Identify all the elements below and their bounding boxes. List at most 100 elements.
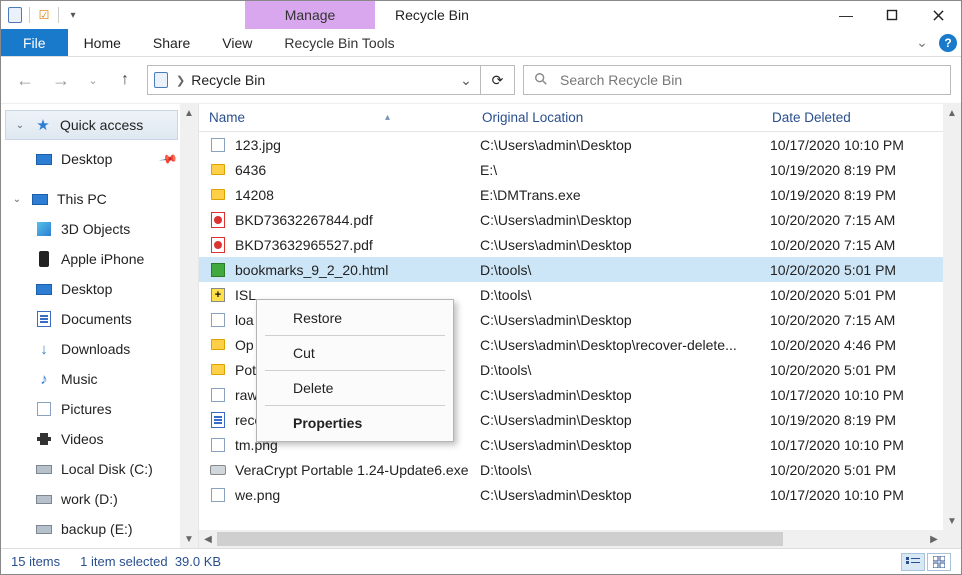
file-original-location: C:\Users\admin\Desktop — [480, 437, 770, 453]
file-name: 14208 — [235, 187, 480, 203]
menu-item-restore[interactable]: Restore — [257, 304, 453, 332]
sidebar-quick-access[interactable]: ⌄ ★ Quick access — [5, 110, 178, 140]
sidebar-item-documents[interactable]: Documents — [1, 304, 198, 334]
sidebar-item-desktop[interactable]: Desktop 📌 — [1, 144, 198, 174]
arrow-up-icon: ↑ — [121, 71, 129, 89]
tab-view[interactable]: View — [206, 29, 268, 56]
sidebar-item-pictures[interactable]: Pictures — [1, 394, 198, 424]
arrow-right-icon: → — [52, 70, 70, 91]
file-original-location: C:\Users\admin\Desktop — [480, 312, 770, 328]
file-row[interactable]: 6436E:\10/19/2020 8:19 PM — [199, 157, 961, 182]
column-original-location[interactable]: Original Location — [472, 104, 762, 131]
scroll-thumb[interactable] — [217, 532, 783, 546]
address-bar[interactable]: ❯ Recycle Bin ⌄ — [147, 65, 481, 95]
forward-button[interactable]: → — [47, 66, 75, 94]
scroll-track[interactable] — [180, 122, 198, 530]
file-row[interactable]: BKD73632267844.pdfC:\Users\admin\Desktop… — [199, 207, 961, 232]
scroll-up-button[interactable]: ▲ — [180, 104, 198, 122]
file-name: VeraCrypt Portable 1.24-Update6.exe — [235, 462, 480, 478]
sidebar-item-3d-objects[interactable]: 3D Objects — [1, 214, 198, 244]
expand-icon[interactable]: ⌄ — [11, 194, 23, 205]
address-location[interactable]: Recycle Bin — [191, 72, 450, 88]
scroll-track[interactable] — [217, 530, 925, 548]
chevron-down-icon: ⌄ — [916, 34, 928, 51]
close-button[interactable] — [915, 1, 961, 29]
up-button[interactable]: ↑ — [111, 66, 139, 94]
file-row[interactable]: bookmarks_9_2_20.htmlD:\tools\10/20/2020… — [199, 257, 961, 282]
breadcrumb-chevron-icon[interactable]: ❯ — [176, 74, 185, 87]
disk-icon — [35, 460, 53, 478]
scroll-corner — [943, 530, 961, 548]
img-icon — [209, 136, 227, 154]
scroll-track[interactable] — [943, 122, 961, 512]
file-original-location: C:\Users\admin\Desktop\recover-delete... — [480, 337, 770, 353]
menu-item-properties[interactable]: Properties — [257, 409, 453, 437]
address-dropdown-button[interactable]: ⌄ — [456, 72, 476, 89]
file-tab[interactable]: File — [1, 29, 68, 56]
vertical-scrollbar[interactable]: ▲ ▼ — [943, 104, 961, 530]
file-name: 123.jpg — [235, 137, 480, 153]
sidebar-item-work-d-[interactable]: work (D:) — [1, 484, 198, 514]
file-row[interactable]: BKD73632965527.pdfC:\Users\admin\Desktop… — [199, 232, 961, 257]
maximize-button[interactable] — [869, 1, 915, 29]
file-original-location: C:\Users\admin\Desktop — [480, 212, 770, 228]
file-name: bookmarks_9_2_20.html — [235, 262, 480, 278]
folder-icon — [209, 161, 227, 179]
large-icons-view-button[interactable] — [927, 553, 951, 571]
scroll-down-button[interactable]: ▼ — [180, 530, 198, 548]
file-row[interactable]: 14208E:\DMTrans.exe10/19/2020 8:19 PM — [199, 182, 961, 207]
sidebar-item-apple-iphone[interactable]: Apple iPhone — [1, 244, 198, 274]
disk-icon — [35, 490, 53, 508]
tab-home[interactable]: Home — [68, 29, 137, 56]
sidebar-item-music[interactable]: ♪Music — [1, 364, 198, 394]
scroll-right-button[interactable]: ▶ — [925, 530, 943, 548]
minimize-button[interactable]: — — [823, 1, 869, 29]
menu-item-cut[interactable]: Cut — [257, 339, 453, 367]
sidebar-item-desktop[interactable]: Desktop — [1, 274, 198, 304]
qat-dropdown-icon[interactable]: ▾ — [65, 7, 81, 23]
refresh-button[interactable]: ⟳ — [481, 65, 515, 95]
sidebar-scrollbar[interactable]: ▲ ▼ — [180, 104, 198, 548]
ribbon-collapse-button[interactable]: ⌄ — [909, 29, 935, 56]
expand-icon[interactable]: ⌄ — [14, 120, 26, 131]
column-date-deleted[interactable]: Date Deleted — [762, 104, 961, 131]
file-row[interactable]: 123.jpgC:\Users\admin\Desktop10/17/2020 … — [199, 132, 961, 157]
file-original-location: D:\tools\ — [480, 262, 770, 278]
sidebar-item-downloads[interactable]: ↓Downloads — [1, 334, 198, 364]
file-row[interactable]: we.pngC:\Users\admin\Desktop10/17/2020 1… — [199, 482, 961, 507]
img-icon — [209, 486, 227, 504]
grid-icon — [933, 556, 945, 568]
status-bar: 15 items 1 item selected 39.0 KB — [1, 548, 961, 574]
file-original-location: E:\DMTrans.exe — [480, 187, 770, 203]
properties-qat-icon[interactable]: ☑ — [36, 7, 52, 23]
img-icon — [209, 311, 227, 329]
scroll-up-button[interactable]: ▲ — [943, 104, 961, 122]
file-original-location: C:\Users\admin\Desktop — [480, 237, 770, 253]
tab-recycle-bin-tools[interactable]: Recycle Bin Tools — [268, 29, 410, 56]
column-name[interactable]: Name ▴ — [199, 104, 472, 131]
folder-icon — [209, 186, 227, 204]
file-date-deleted: 10/20/2020 5:01 PM — [770, 462, 961, 478]
file-original-location: C:\Users\admin\Desktop — [480, 137, 770, 153]
help-button[interactable]: ? — [935, 29, 961, 56]
sidebar-item-backup-e-[interactable]: backup (E:) — [1, 514, 198, 544]
back-button[interactable]: ← — [11, 66, 39, 94]
file-row[interactable]: VeraCrypt Portable 1.24-Update6.exeD:\to… — [199, 457, 961, 482]
scroll-left-button[interactable]: ◀ — [199, 530, 217, 548]
horizontal-scrollbar[interactable]: ◀ ▶ — [199, 530, 943, 548]
sidebar-item-label: Pictures — [61, 401, 112, 417]
sidebar-this-pc[interactable]: ⌄ This PC — [1, 184, 198, 214]
explorer-body: ⌄ ★ Quick access Desktop 📌 ⌄ This PC 3D … — [1, 103, 961, 548]
search-box[interactable]: Search Recycle Bin — [523, 65, 951, 95]
sidebar-item-local-disk-c-[interactable]: Local Disk (C:) — [1, 454, 198, 484]
file-date-deleted: 10/20/2020 7:15 AM — [770, 212, 961, 228]
sidebar-item-label: Documents — [61, 311, 132, 327]
menu-item-delete[interactable]: Delete — [257, 374, 453, 402]
recent-locations-button[interactable]: ⌄ — [83, 66, 103, 94]
sidebar-item-videos[interactable]: Videos — [1, 424, 198, 454]
monitor-icon — [35, 150, 53, 168]
scroll-down-button[interactable]: ▼ — [943, 512, 961, 530]
details-view-button[interactable] — [901, 553, 925, 571]
pin-icon: 📌 — [158, 149, 178, 169]
tab-share[interactable]: Share — [137, 29, 206, 56]
